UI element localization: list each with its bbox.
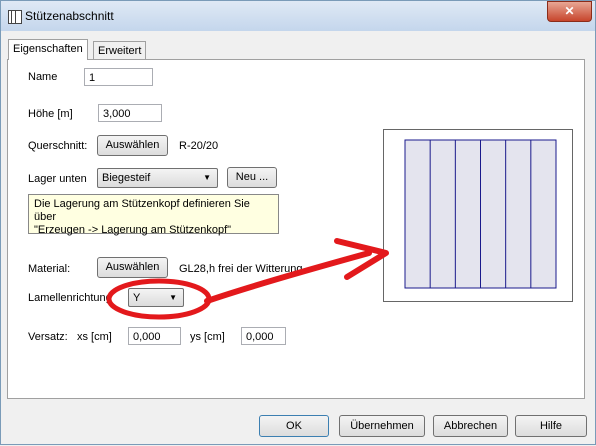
xs-label: xs [cm] xyxy=(77,331,112,343)
lager-label: Lager unten xyxy=(28,173,87,185)
apply-button[interactable]: Übernehmen xyxy=(339,415,425,437)
cancel-button[interactable]: Abbrechen xyxy=(433,415,508,437)
ys-label: ys [cm] xyxy=(190,331,225,343)
material-label: Material: xyxy=(28,263,71,275)
hoehe-field[interactable]: 3,000 xyxy=(98,104,162,122)
ys-field[interactable]: 0,000 xyxy=(241,327,286,345)
lamellen-value: Y xyxy=(133,292,141,304)
name-label: Name xyxy=(28,71,58,83)
xs-field[interactable]: 0,000 xyxy=(128,327,181,345)
cross-section-preview xyxy=(383,129,573,302)
info-box: Die Lagerung am Stützenkopf definieren S… xyxy=(28,194,279,236)
ok-button[interactable]: OK xyxy=(259,415,329,437)
info-text-line2: "Erzeugen -> Lagerung am Stützenkopf" xyxy=(34,224,232,236)
chevron-down-icon: ▼ xyxy=(203,173,211,182)
window-title: Stützenabschnitt xyxy=(25,9,114,23)
app-icon xyxy=(8,10,22,24)
info-text-line1: Die Lagerung am Stützenkopf definieren S… xyxy=(34,198,250,223)
lamellen-dropdown[interactable]: Y ▼ xyxy=(128,288,184,307)
versatz-label: Versatz: xyxy=(28,331,68,343)
lager-dropdown[interactable]: Biegesteif ▼ xyxy=(97,168,218,188)
lager-value: Biegesteif xyxy=(102,172,151,184)
hoehe-label: Höhe [m] xyxy=(28,108,73,120)
querschnitt-label: Querschnitt: xyxy=(28,140,88,152)
querschnitt-select-button[interactable]: Auswählen xyxy=(97,135,168,156)
name-field[interactable]: 1 xyxy=(84,68,153,86)
querschnitt-value: R-20/20 xyxy=(179,140,219,152)
lamella-diagram xyxy=(404,139,557,289)
tab-eigenschaften[interactable]: Eigenschaften xyxy=(8,39,88,60)
tab-erweitert[interactable]: Erweitert xyxy=(93,41,147,60)
chevron-down-icon: ▼ xyxy=(169,293,177,302)
help-button[interactable]: Hilfe xyxy=(515,415,587,437)
lamellen-label: Lamellenrichtung xyxy=(28,292,112,304)
material-select-button[interactable]: Auswählen xyxy=(97,257,168,278)
dialog-window: Stützenabschnitt ✕ Eigenschaften Erweite… xyxy=(0,0,596,445)
lager-new-button[interactable]: Neu ... xyxy=(227,167,277,188)
title-bar: Stützenabschnitt ✕ xyxy=(1,1,595,31)
close-button[interactable]: ✕ xyxy=(547,1,592,22)
material-value: GL28,h frei der Witterung xyxy=(179,263,303,275)
